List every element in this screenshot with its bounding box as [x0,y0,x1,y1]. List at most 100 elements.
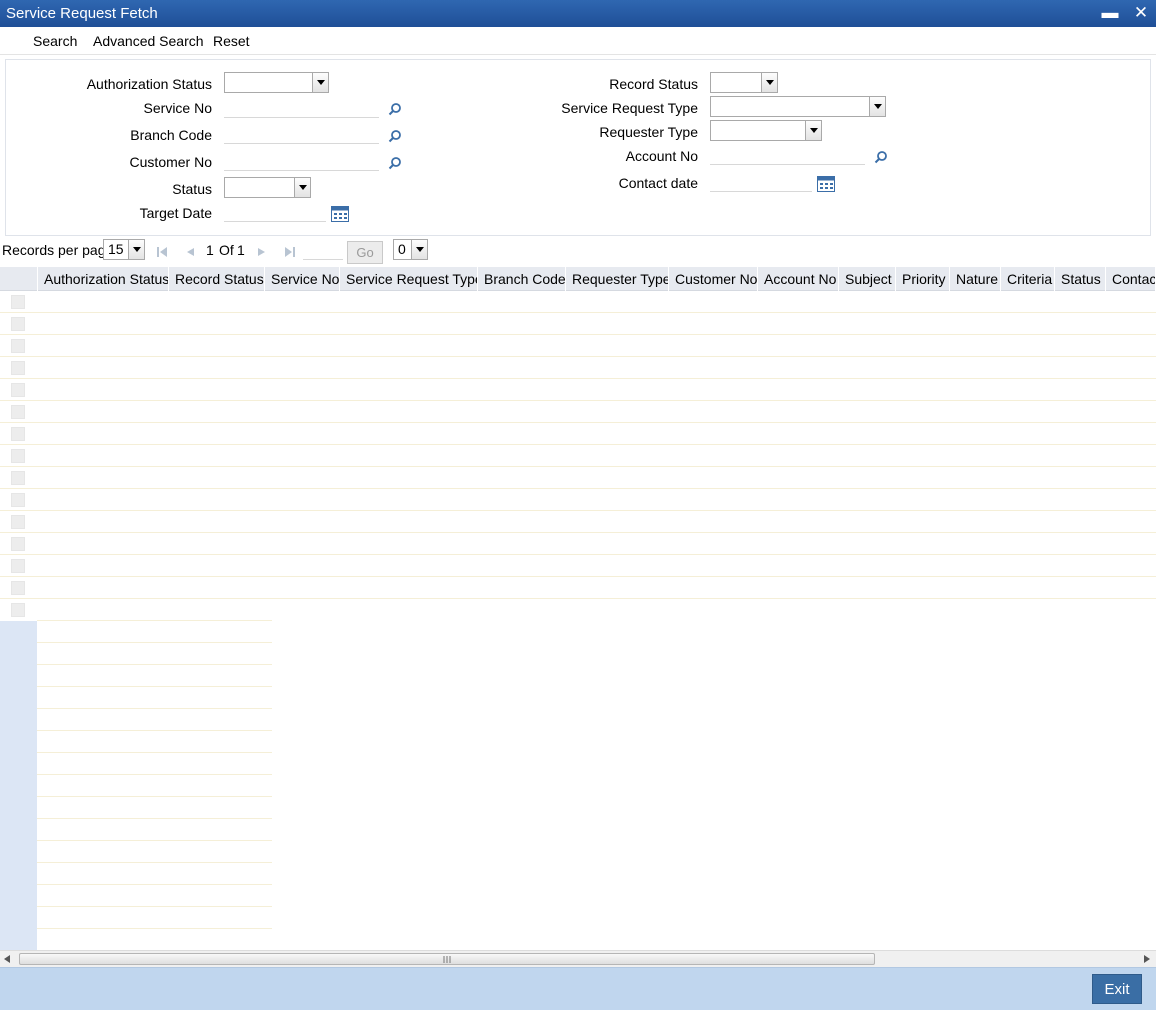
record-status-label: Record Status [609,76,698,92]
calendar-icon[interactable] [817,176,835,192]
row-checkbox[interactable] [11,449,25,463]
search-icon[interactable] [388,102,402,116]
service-request-type-select[interactable] [710,96,886,117]
column-header[interactable]: Record Status [169,267,265,291]
next-page-icon[interactable] [256,246,268,258]
close-icon[interactable]: ✕ [1130,2,1152,24]
search-icon[interactable] [388,156,402,170]
advanced-search-menu-item[interactable]: Advanced Search [93,33,204,49]
target-date-label: Target Date [139,205,212,221]
table-row[interactable] [0,357,1156,379]
table-row[interactable] [0,489,1156,511]
footer-bar: Exit [0,967,1156,1010]
row-checkbox[interactable] [11,471,25,485]
exit-button[interactable]: Exit [1092,974,1142,1004]
customer-no-label: Customer No [129,154,212,170]
row-checkbox[interactable] [11,515,25,529]
table-row[interactable] [0,379,1156,401]
chevron-down-icon [761,73,777,92]
contact-date-input[interactable] [710,172,812,192]
table-row[interactable] [0,401,1156,423]
column-header[interactable]: Branch Code [478,267,566,291]
table-row[interactable] [0,533,1156,555]
row-checkbox[interactable] [11,317,25,331]
account-no-input[interactable] [710,145,865,165]
row-checkbox[interactable] [11,339,25,353]
column-header[interactable]: Account No [758,267,839,291]
column-header[interactable]: Requester Type [566,267,669,291]
select-all-header[interactable] [0,267,38,291]
chevron-down-icon [128,240,144,259]
search-menu-item[interactable]: Search [33,33,77,49]
column-header[interactable]: Customer No [669,267,758,291]
row-checkbox[interactable] [11,559,25,573]
table-row[interactable] [0,467,1156,489]
first-page-icon[interactable] [156,246,168,258]
service-no-input[interactable] [224,98,379,118]
table-row[interactable] [0,445,1156,467]
table-row[interactable] [0,511,1156,533]
table-row[interactable] [0,313,1156,335]
target-date-input[interactable] [224,202,326,222]
column-header[interactable]: Status [1055,267,1106,291]
last-page-icon[interactable] [284,246,296,258]
page-jump-input[interactable] [303,240,343,260]
grip-icon [443,956,451,963]
requester-type-select[interactable] [710,120,822,141]
go-button[interactable]: Go [347,241,383,264]
column-header[interactable]: Priority [896,267,950,291]
row-checkbox[interactable] [11,537,25,551]
grid-filler-row [37,621,272,643]
chevron-down-icon [869,97,885,116]
row-checkbox[interactable] [11,405,25,419]
customer-no-input[interactable] [224,151,379,171]
grid-header: Authorization Status Record Status Servi… [0,267,1156,291]
record-status-select[interactable] [710,72,778,93]
calendar-icon[interactable] [331,206,349,222]
minimize-icon[interactable]: ▬ [1099,2,1121,24]
column-header[interactable]: Contact [1106,267,1156,291]
branch-code-input[interactable] [224,124,379,144]
row-checkbox[interactable] [11,493,25,507]
account-no-label: Account No [625,148,698,164]
reset-menu-item[interactable]: Reset [213,33,250,49]
search-icon[interactable] [388,129,402,143]
row-checkbox[interactable] [11,295,25,309]
records-per-page-label: Records per page [2,242,114,258]
table-row[interactable] [0,555,1156,577]
column-header[interactable]: Subject [839,267,896,291]
table-row[interactable] [0,291,1156,313]
grid-filler-row [37,819,272,841]
scrollbar-thumb[interactable] [19,953,875,965]
table-row[interactable] [0,577,1156,599]
grid-filler-row [37,665,272,687]
authorization-status-select[interactable] [224,72,329,93]
scroll-right-icon[interactable] [1144,955,1150,963]
table-row[interactable] [0,335,1156,357]
grid-filler-row [37,863,272,885]
column-header[interactable]: Service Request Type [340,267,478,291]
menu-bar: Search Advanced Search Reset [0,27,1156,55]
table-row[interactable] [0,423,1156,445]
grid-filler-row [37,731,272,753]
horizontal-scrollbar[interactable] [0,950,1156,967]
row-checkbox[interactable] [11,427,25,441]
row-checkbox[interactable] [11,361,25,375]
scroll-left-icon[interactable] [4,955,10,963]
row-checkbox[interactable] [11,383,25,397]
records-per-page-value: 15 [108,241,124,257]
column-header[interactable]: Nature [950,267,1001,291]
column-header[interactable]: Criteria [1001,267,1055,291]
chevron-down-icon [805,121,821,140]
search-icon[interactable] [874,150,888,164]
status-select[interactable] [224,177,311,198]
window-title: Service Request Fetch [6,5,158,22]
row-checkbox[interactable] [11,603,25,617]
records-per-page-select[interactable]: 15 [103,239,145,260]
previous-page-icon[interactable] [184,246,196,258]
column-header[interactable]: Authorization Status [38,267,169,291]
page-jump-select[interactable]: 0 [393,239,428,260]
row-checkbox[interactable] [11,581,25,595]
branch-code-label: Branch Code [130,127,212,143]
column-header[interactable]: Service No [265,267,340,291]
